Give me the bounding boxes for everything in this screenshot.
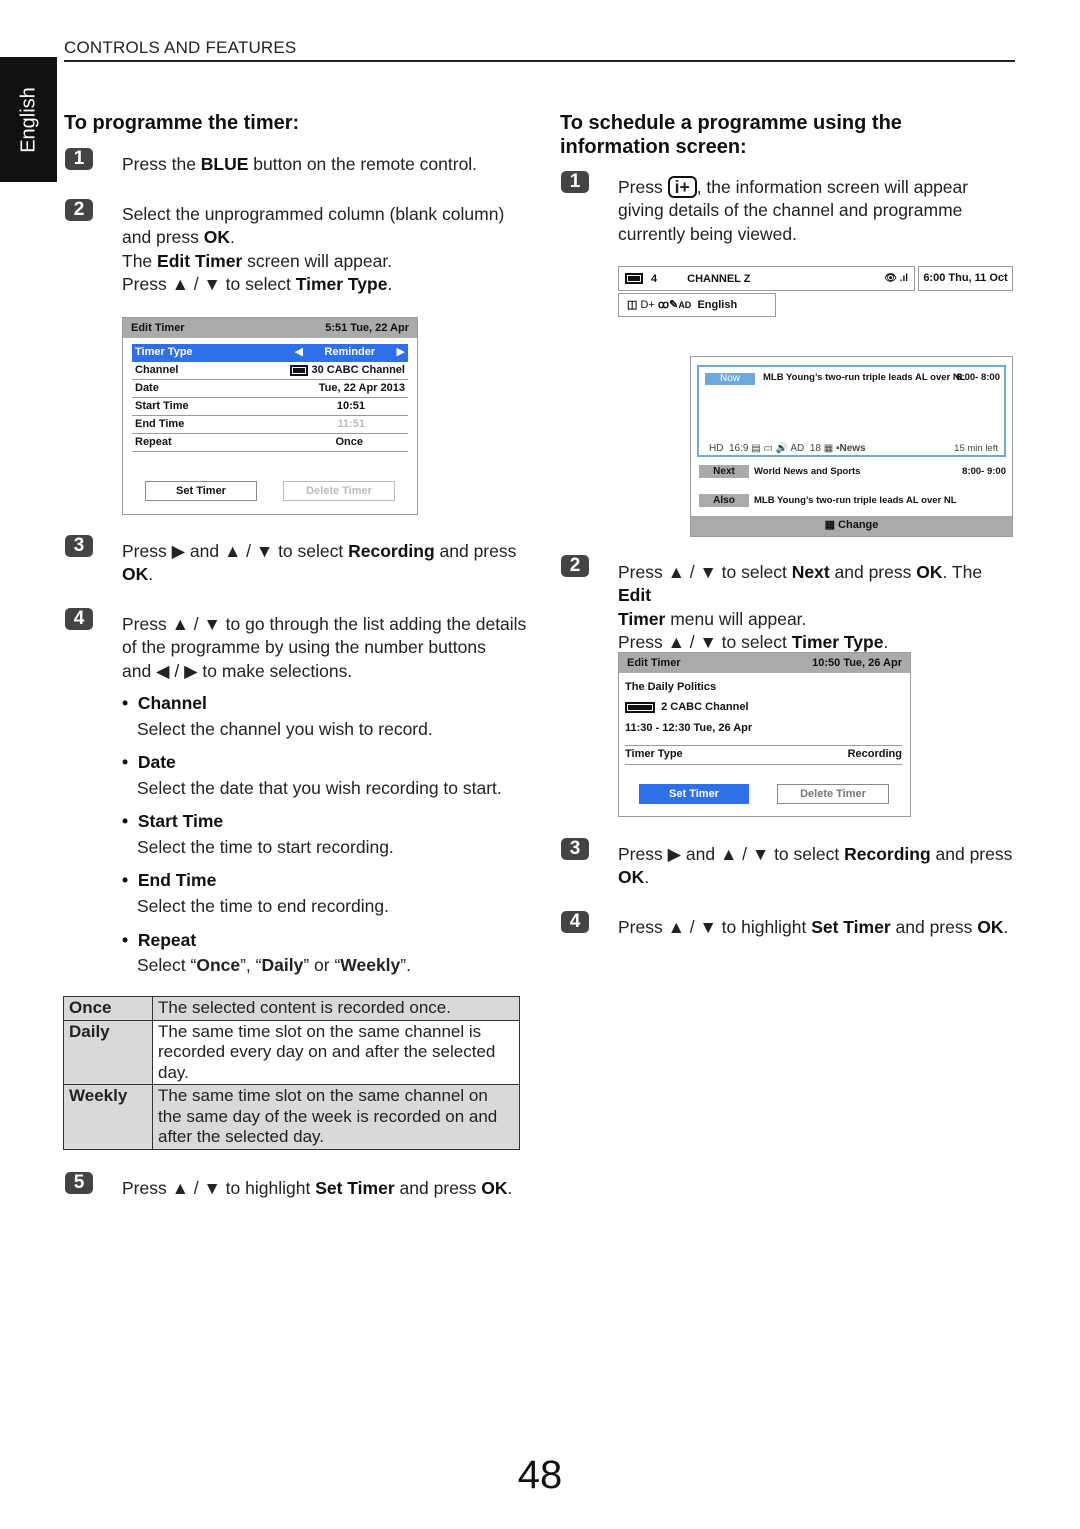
language-tab: English (0, 57, 57, 182)
timer-type-row[interactable]: Timer Type ◀ Reminder ▶ (132, 344, 408, 362)
timer-type-row[interactable]: Timer Type Recording (625, 748, 902, 765)
set-timer-button[interactable]: Set Timer (145, 481, 257, 501)
table-row: Weekly The same time slot on the same cha… (63, 1084, 520, 1150)
next-time: 8:00- 9:00 (962, 466, 1006, 477)
left-step-1-text: Press the BLUE button on the remote cont… (122, 154, 478, 174)
set-timer-button[interactable]: Set Timer (639, 784, 749, 804)
repeat-row[interactable]: Repeat Once (132, 434, 408, 452)
programme-time: 11:30 - 12:30 Tue, 26 Apr (625, 722, 753, 734)
bullet-repeat-text: Select “Once”, “Daily” or “Weekly”. (137, 955, 411, 975)
ad-icon: ꝏ✎ (657, 299, 679, 311)
channel-row[interactable]: Channel 30 CABC Channel (132, 362, 408, 380)
edit-timer-screen: Edit Timer 5:51 Tue, 22 Apr Timer Type ◀ R… (122, 317, 418, 515)
info-icons-row: HD 16:9 ▤ ▭ 🔊 AD 18 ▦ ▪News (709, 443, 866, 454)
step-number-1: 1 (65, 148, 93, 170)
bullet-start-time-text: Select the time to start recording. (137, 837, 394, 857)
channel-icon (290, 364, 309, 376)
now-title: MLB Young’s two-run triple leads AL over… (763, 372, 966, 383)
step-number-1: 1 (561, 171, 589, 193)
info-screen: Now MLB Young’s two-run triple leads AL … (690, 356, 1013, 537)
table-row: Daily The same time slot on the same chan… (63, 1019, 520, 1085)
step-number-5: 5 (65, 1172, 93, 1194)
delete-timer-button[interactable]: Delete Timer (283, 481, 395, 501)
change-icon: ▦ (824, 519, 839, 531)
bullet-date-text: Select the date that you wish recording … (137, 778, 502, 798)
table-desc: The selected content is recorded once. (152, 996, 520, 1021)
edit-timer-header: Edit Timer 10:50 Tue, 26 Apr (619, 653, 910, 673)
bullet-date: • Date (122, 752, 176, 772)
repeat-options-table: Once The selected content is recorded onc… (63, 996, 520, 1150)
audio-banner: ◫ D+ ꝏ✎AD English (618, 293, 776, 317)
step-number-2: 2 (65, 199, 93, 221)
table-desc: The same time slot on the same channel i… (152, 1019, 520, 1085)
date-row[interactable]: Date Tue, 22 Apr 2013 (132, 380, 408, 398)
start-time-row[interactable]: Start Time 10:51 (132, 398, 408, 416)
step-number-4: 4 (561, 911, 589, 933)
also-label[interactable]: Also (699, 494, 749, 507)
channel-icon (625, 273, 643, 284)
now-time: 6:00- 8:00 (956, 372, 1000, 383)
right-step-4-text: Press ▲ / ▼ to highlight Set Timer and p… (618, 917, 1009, 937)
programme-title: The Daily Politics (625, 681, 717, 693)
delete-timer-button[interactable]: Delete Timer (777, 784, 889, 804)
step-number-3: 3 (65, 535, 93, 557)
table-row: Once The selected content is recorded onc… (63, 996, 520, 1021)
right-step-3-text: Press ▶ and ▲ / ▼ to select Recording an… (618, 844, 1013, 888)
channel-banner: 4 CHANNEL Z 👁 .ıl (618, 266, 915, 291)
edit-timer-screen-2: Edit Timer 10:50 Tue, 26 Apr The Daily Po… (618, 652, 911, 817)
dolby-icon: ◫ (627, 299, 641, 311)
also-title: MLB Young’s two-run triple leads AL over… (754, 495, 957, 506)
right-step-1-text: Press i+, the information screen will ap… (618, 176, 969, 244)
now-panel[interactable]: Now MLB Young’s two-run triple leads AL … (697, 365, 1006, 457)
right-step-2-text: Press ▲ / ▼ to select Next and press OK.… (618, 562, 983, 652)
step-number-4: 4 (65, 608, 93, 630)
bullet-channel: • Channel (122, 693, 207, 713)
end-time-row[interactable]: End Time 11:51 (132, 416, 408, 434)
left-title: To programme the timer: (64, 112, 300, 134)
bullet-channel-text: Select the channel you wish to record. (137, 719, 433, 739)
edit-timer-header: Edit Timer 5:51 Tue, 22 Apr (123, 318, 417, 338)
left-step-4-text: Press ▲ / ▼ to go through the list addin… (122, 614, 527, 681)
step-number-3: 3 (561, 838, 589, 860)
section-header: CONTROLS AND FEATURES (64, 38, 297, 57)
right-title: To schedule a programme using the informa… (560, 112, 902, 158)
channel-icon (625, 701, 655, 713)
bullet-end-time-text: Select the time to end recording. (137, 896, 389, 916)
left-step-3-text: Press ▶ and ▲ / ▼ to select Recording an… (122, 541, 517, 585)
step-number-2: 2 (561, 555, 589, 577)
signal-icon: 👁 .ıl (884, 273, 908, 284)
table-term: Daily (63, 1019, 153, 1085)
table-term: Once (63, 996, 153, 1021)
bullet-start-time: • Start Time (122, 811, 224, 831)
page-number: 48 (517, 1453, 563, 1497)
language-tab-label: English (17, 86, 39, 153)
banner-datetime: 6:00 Thu, 11 Oct (918, 266, 1013, 291)
time-left: 15 min left (954, 443, 998, 454)
table-term: Weekly (63, 1084, 153, 1150)
bullet-end-time: • End Time (122, 870, 217, 890)
bullet-repeat: • Repeat (122, 930, 197, 950)
change-bar[interactable]: ▦ Change (691, 516, 1012, 536)
next-title: World News and Sports (754, 466, 861, 477)
next-label[interactable]: Next (699, 465, 749, 478)
left-step-2-text: Select the unprogrammed column (blank co… (122, 204, 505, 294)
header-rule (64, 60, 1015, 62)
now-label: Now (705, 373, 755, 385)
left-step-5-text: Press ▲ / ▼ to highlight Set Timer and p… (122, 1178, 513, 1198)
channel-name: 2 CABC Channel (661, 701, 749, 713)
table-desc: The same time slot on the same channel o… (152, 1084, 520, 1150)
info-key-icon: i+ (667, 176, 697, 198)
